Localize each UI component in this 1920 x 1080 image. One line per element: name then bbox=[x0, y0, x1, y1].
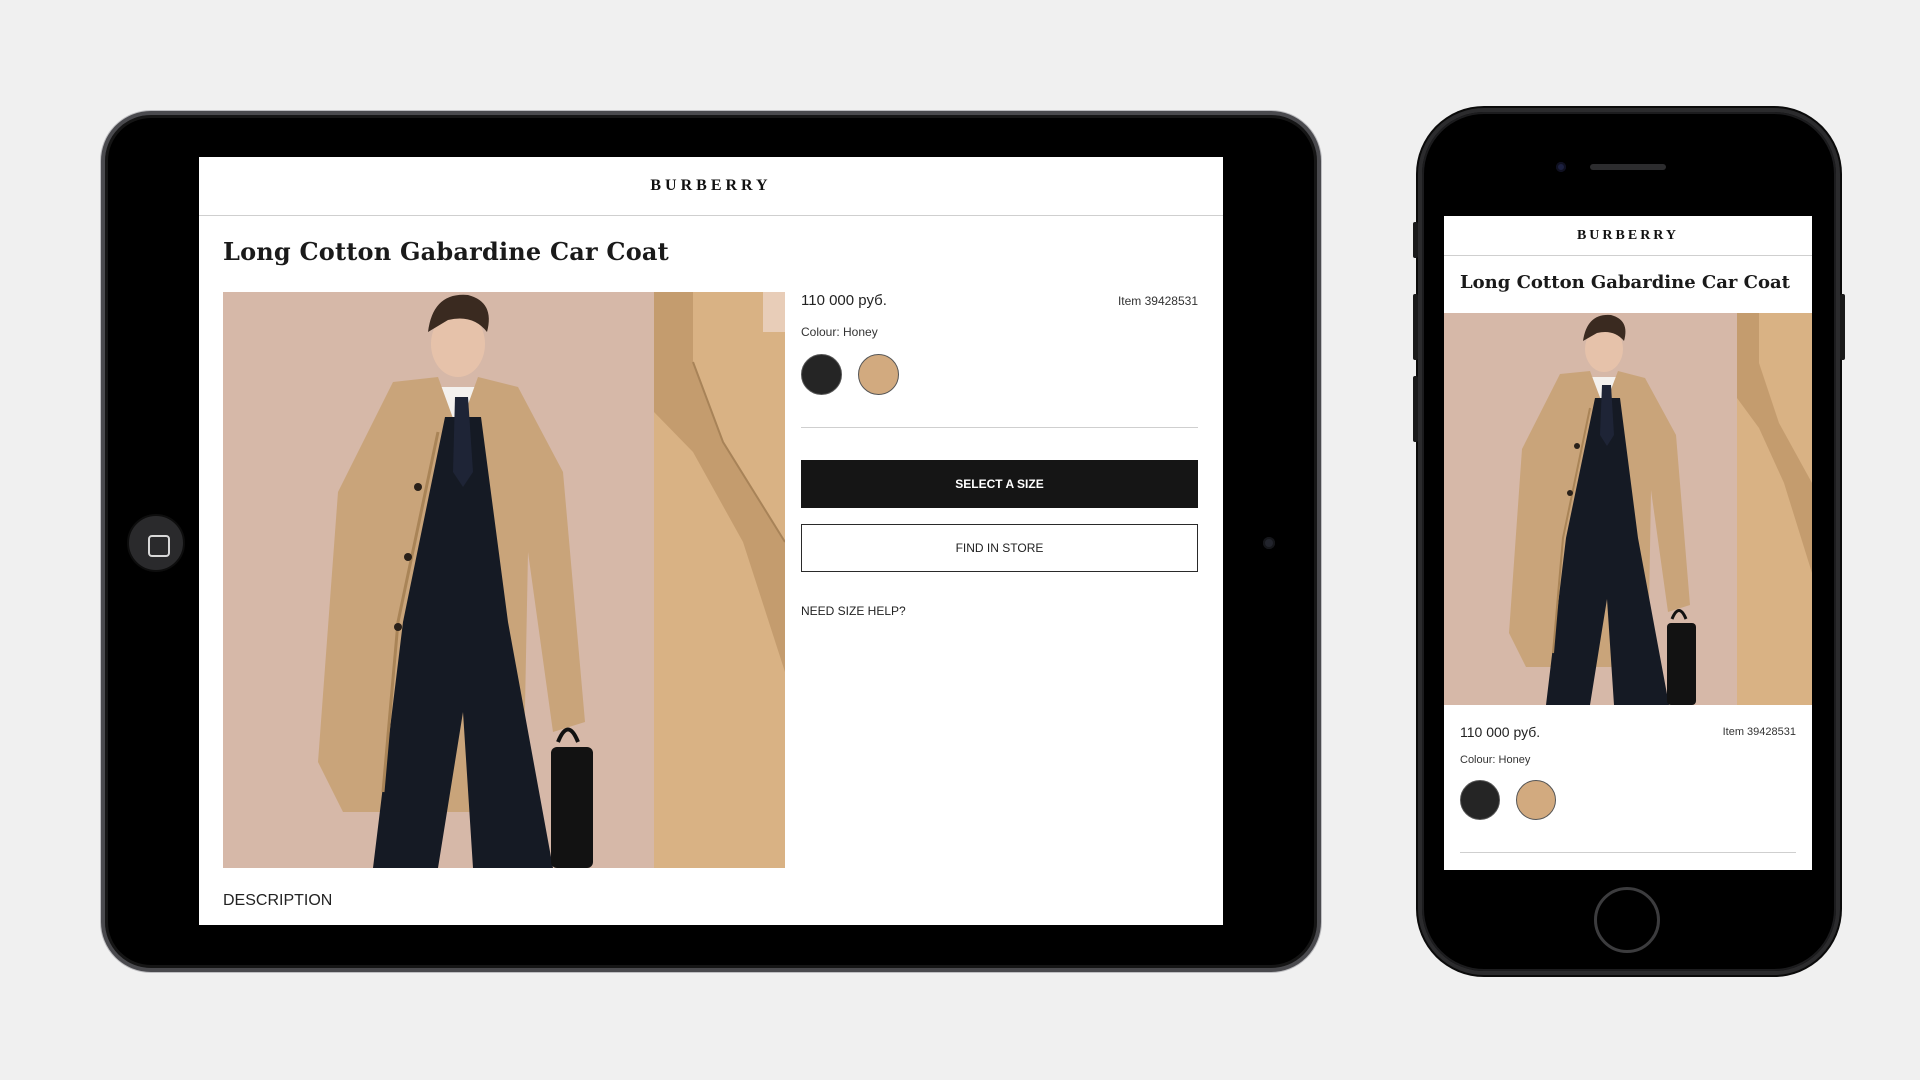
item-number: Item 39428531 bbox=[1117, 293, 1198, 308]
tablet-screen: BURBERRY Long Cotton Gabardine Car Coat bbox=[199, 157, 1223, 925]
divider bbox=[801, 427, 1198, 428]
phone-device: BURBERRY Long Cotton Gabardine Car Coat bbox=[1413, 108, 1845, 975]
site-header: BURBERRY bbox=[1444, 216, 1812, 256]
colour-swatches bbox=[801, 354, 1198, 395]
select-size-button[interactable]: SELECT A SIZE bbox=[801, 460, 1198, 508]
product-photo bbox=[223, 292, 785, 868]
product-price: 110 000 руб. bbox=[801, 292, 887, 309]
brand-logo[interactable]: BURBERRY bbox=[1577, 228, 1679, 244]
colour-label: Colour: Honey bbox=[801, 325, 878, 339]
product-title: Long Cotton Gabardine Car Coat bbox=[223, 237, 669, 266]
product-title: Long Cotton Gabardine Car Coat bbox=[1460, 272, 1790, 293]
find-in-store-button[interactable]: FIND IN STORE bbox=[801, 524, 1198, 572]
volume-down-button bbox=[1413, 376, 1418, 442]
item-number: Item 39428531 bbox=[1722, 726, 1796, 738]
swatch-honey[interactable] bbox=[1516, 780, 1556, 820]
product-photo bbox=[1444, 313, 1812, 705]
mute-switch bbox=[1413, 222, 1418, 258]
earpiece-speaker bbox=[1590, 164, 1666, 170]
colour-label: Colour: Honey bbox=[1460, 754, 1531, 766]
price-row: 110 000 руб. Item 39428531 bbox=[801, 292, 1198, 309]
phone-screen: BURBERRY Long Cotton Gabardine Car Coat bbox=[1444, 216, 1812, 870]
home-button[interactable] bbox=[127, 514, 185, 572]
tablet-device: BURBERRY Long Cotton Gabardine Car Coat bbox=[101, 111, 1321, 972]
product-image[interactable] bbox=[223, 292, 785, 868]
power-button bbox=[1840, 294, 1845, 360]
price-row: 110 000 руб. Item 39428531 bbox=[1460, 724, 1796, 740]
swatch-black[interactable] bbox=[801, 354, 842, 395]
product-info: 110 000 руб. Item 39428531 Colour: Honey bbox=[1460, 724, 1796, 853]
swatch-honey[interactable] bbox=[858, 354, 899, 395]
brand-logo[interactable]: BURBERRY bbox=[650, 177, 771, 195]
description-heading[interactable]: DESCRIPTION bbox=[223, 892, 332, 910]
product-info: 110 000 руб. Item 39428531 Colour: Honey… bbox=[801, 292, 1198, 620]
volume-up-button bbox=[1413, 294, 1418, 360]
divider bbox=[1460, 852, 1796, 853]
site-header: BURBERRY bbox=[199, 157, 1223, 216]
front-camera bbox=[1556, 162, 1566, 172]
product-image[interactable] bbox=[1444, 313, 1812, 705]
product-price: 110 000 руб. bbox=[1460, 724, 1541, 740]
front-camera bbox=[1263, 537, 1275, 549]
home-button[interactable] bbox=[1594, 887, 1660, 953]
colour-swatches bbox=[1460, 780, 1796, 820]
size-help-link[interactable]: NEED SIZE HELP? bbox=[801, 604, 906, 618]
swatch-black[interactable] bbox=[1460, 780, 1500, 820]
